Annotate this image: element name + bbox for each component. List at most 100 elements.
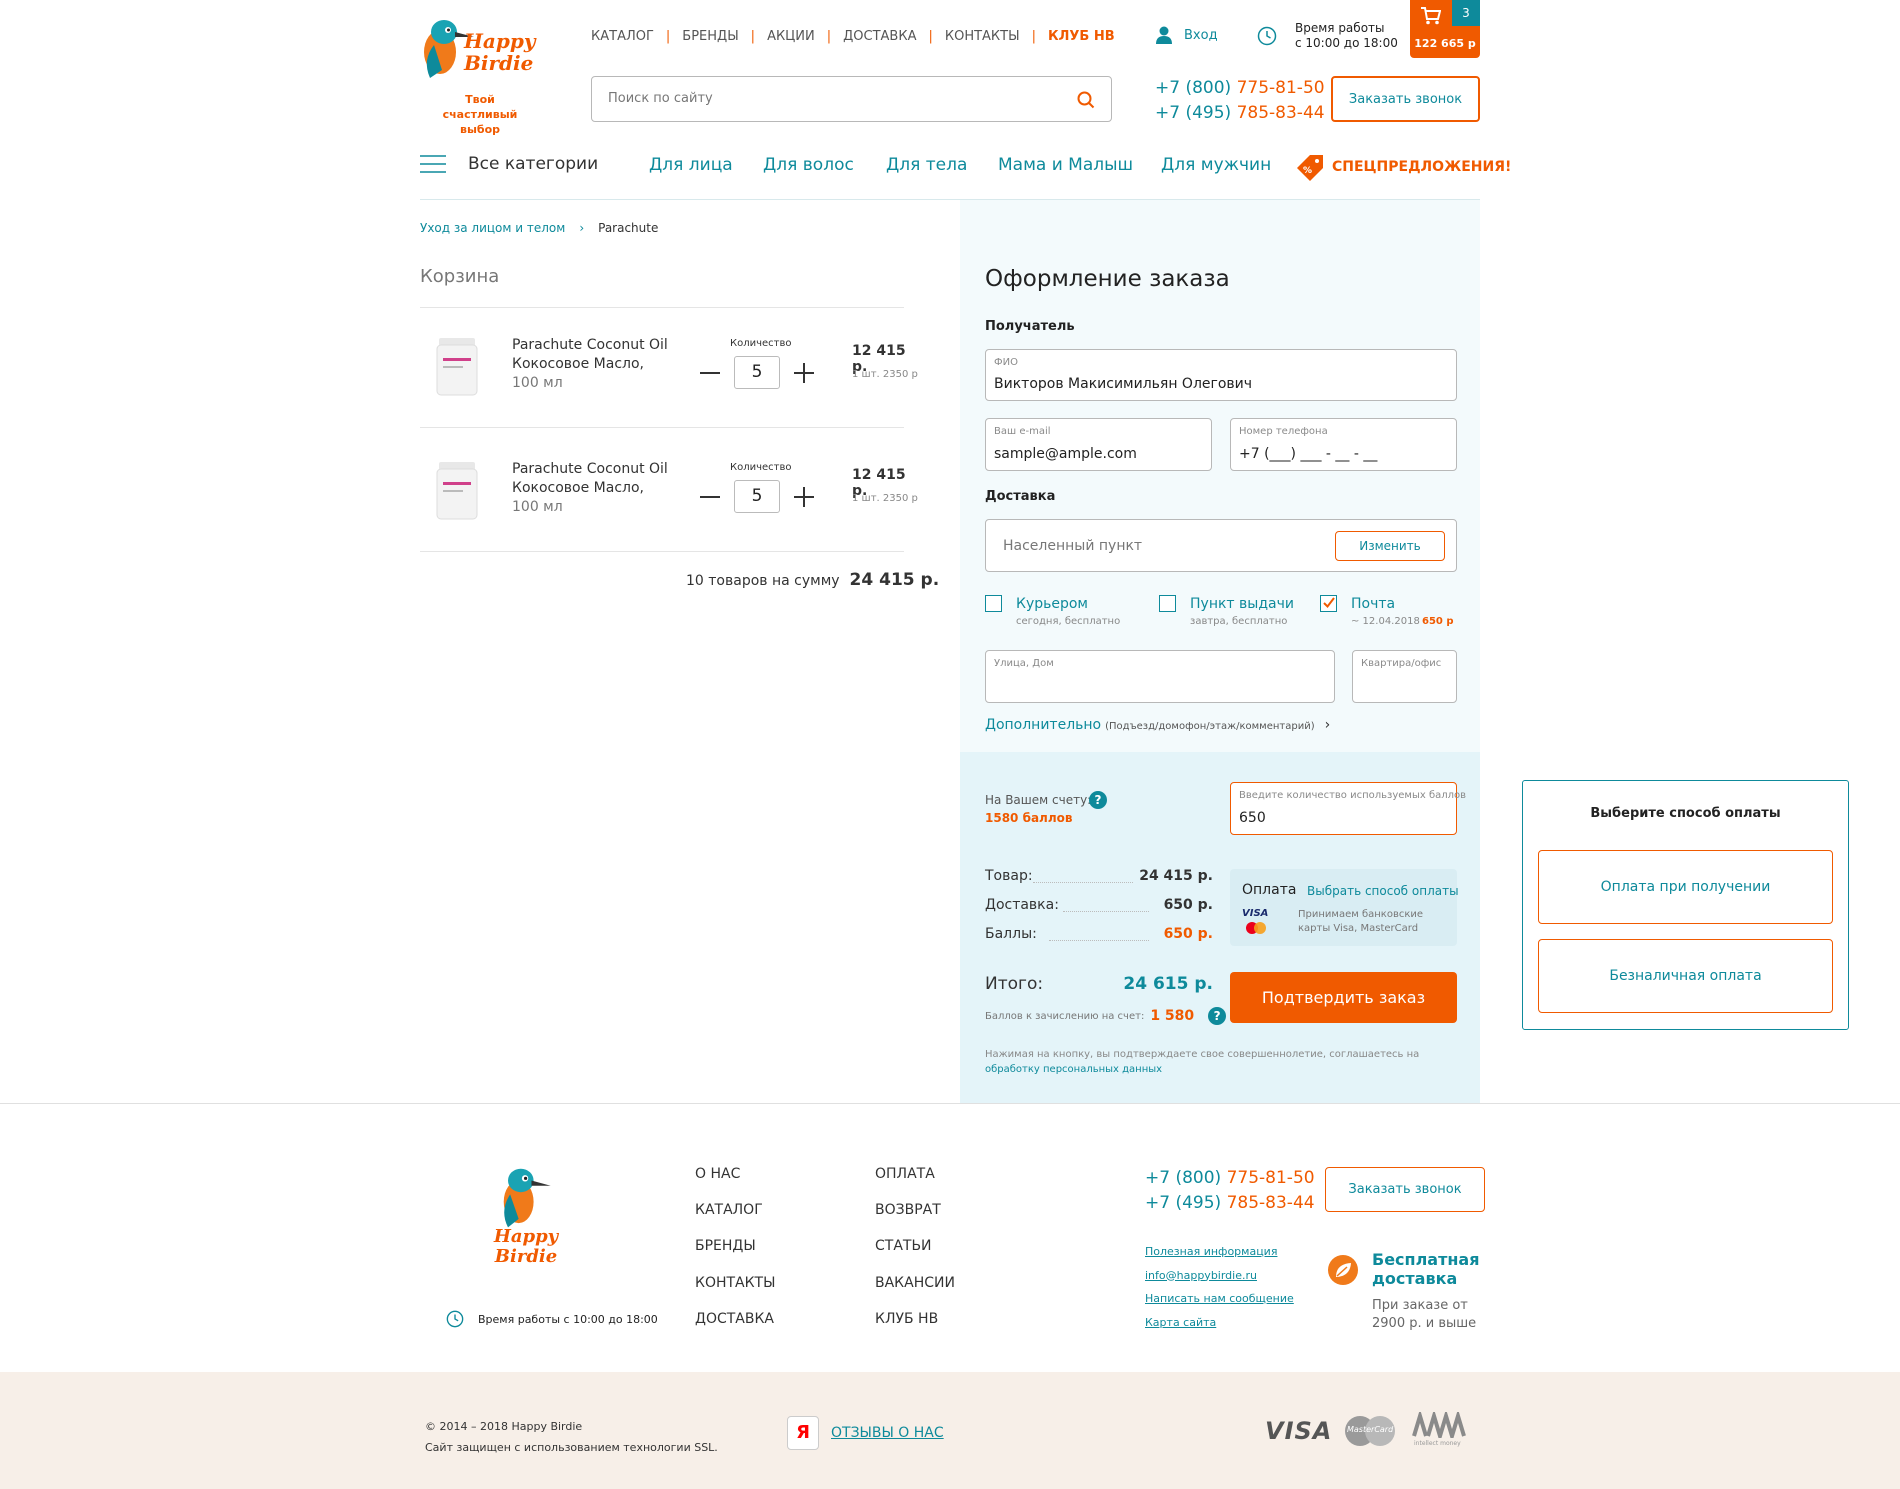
work-hours: Время работы с 10:00 до 18:00 [1295,21,1398,51]
quantity-label: Количество [730,462,792,473]
footer-phone-2[interactable]: +7 (495) 785-83-44 [1145,1191,1315,1216]
footer-link-vacancies[interactable]: ВАКАНСИИ [875,1275,955,1291]
payment-logos: VISA MasterCard intellect money [1265,1409,1470,1452]
footer-link-message[interactable]: Написать нам сообщение [1145,1287,1294,1311]
nav-brands[interactable]: БРЕНДЫ [682,29,738,44]
delivery-option-post[interactable]: Почта ~ 12.04.2018 650 р [1320,595,1460,635]
post-sub: ~ 12.04.2018 [1351,616,1420,627]
footer-link-club[interactable]: КЛУБ НВ [875,1311,938,1327]
nav-delivery[interactable]: ДОСТАВКА [843,29,916,44]
reviews-link[interactable]: Я ОТЗЫВЫ О НАС [787,1416,944,1450]
product-image[interactable] [435,336,479,398]
footer-link-delivery[interactable]: ДОСТАВКА [695,1311,774,1327]
unit-price: 1 шт. 2350 р [852,369,918,380]
change-city-button[interactable]: Изменить [1335,531,1445,561]
footer-link-sitemap[interactable]: Карта сайта [1145,1311,1294,1335]
fio-field[interactable]: ФИО Викторов Макисимильян Олегович [985,349,1457,401]
quantity-decrease-button[interactable] [700,372,720,374]
additional-hint: (Подъезд/домофон/этаж/комментарий) [1105,721,1315,732]
footer-link-payment[interactable]: ОПЛАТА [875,1166,935,1182]
phone-field[interactable]: Номер телефона +7 (___) ___ - __ - __ [1230,418,1457,471]
category-hair[interactable]: Для волос [763,155,854,175]
search-icon[interactable] [1077,91,1095,109]
cashless-payment-button[interactable]: Безналичная оплата [1538,939,1833,1013]
footer-link-about[interactable]: О НАС [695,1166,740,1182]
delivery-option-courier[interactable]: Курьером сегодня, бесплатно [985,595,1135,635]
product-image[interactable] [435,460,479,522]
privacy-link[interactable]: обработку персональных данных [985,1062,1435,1077]
quantity-input[interactable]: 5 [734,480,780,513]
help-icon[interactable]: ? [1089,791,1107,809]
payment-method-box[interactable]: Оплата Выбрать способ оплаты VISA Приним… [1230,869,1459,946]
category-mom-baby[interactable]: Мама и Малыш [998,155,1133,175]
phone-label: Номер телефона [1239,426,1328,437]
nav-catalog[interactable]: КАТАЛОГ [591,29,654,44]
delivery-option-pickup[interactable]: Пункт выдачи завтра, бесплатно [1159,595,1309,635]
payment-popup: Выберите способ оплаты Оплата при получе… [1522,780,1849,1030]
footer-hours: Время работы с 10:00 до 18:00 [446,1310,658,1328]
apartment-field[interactable]: Квартира/офис [1352,650,1457,703]
email-field[interactable]: Ваш e-mail sample@ample.com [985,418,1212,471]
category-body[interactable]: Для тела [886,155,967,175]
login-label: Вход [1184,27,1218,43]
courier-checkbox[interactable] [985,595,1002,612]
leaf-circle-icon [1328,1255,1358,1285]
footer-info-links: Полезная информация info@happybirdie.ru … [1145,1240,1294,1334]
help-icon[interactable]: ? [1208,1007,1227,1025]
fio-value: Викторов Макисимильян Олегович [994,376,1253,392]
post-checkbox[interactable] [1320,595,1337,612]
choose-payment-link[interactable]: Выбрать способ оплаты [1307,884,1459,898]
phone-2[interactable]: +7 (495) 785-83-44 [1155,101,1325,126]
footer-logo[interactable]: Happy Birdie [470,1157,580,1277]
category-face[interactable]: Для лица [649,155,733,175]
confirm-order-button[interactable]: Подтвердить заказ [1230,972,1457,1023]
pay-on-delivery-button[interactable]: Оплата при получении [1538,850,1833,924]
footer-link-catalog[interactable]: КАТАЛОГ [695,1202,763,1218]
footer-link-returns[interactable]: ВОЗВРАТ [875,1202,941,1218]
cart-count-badge: 3 [1452,0,1480,26]
phone-1[interactable]: +7 (800) 775-81-50 [1155,76,1325,101]
bonus-label: Баллов к зачислению на счет: [985,1010,1145,1022]
points-input[interactable]: Введите количество используемых баллов 6… [1230,782,1466,835]
points-label: Баллы: [985,926,1037,942]
search-input[interactable]: Поиск по сайту [591,76,1112,122]
clock-icon [1257,26,1277,46]
footer-phones: +7 (800) 775-81-50 +7 (495) 785-83-44 [1145,1166,1315,1216]
footer-link-email[interactable]: info@happybirdie.ru [1145,1264,1294,1288]
login-link[interactable]: Вход [1156,26,1218,44]
footer-phone-1[interactable]: +7 (800) 775-81-50 [1145,1166,1315,1191]
quantity-input[interactable]: 5 [734,356,780,389]
street-field[interactable]: Улица, Дом [985,650,1335,703]
logo[interactable]: Happy Birdie [412,10,552,82]
product-name[interactable]: Parachute Coconut Oil Кокосовое Масло, 1… [512,460,668,517]
footer-callback-button[interactable]: Заказать звонок [1325,1167,1485,1212]
breadcrumb-parent[interactable]: Уход за лицом и телом [420,221,565,235]
additional-info-link[interactable]: Дополнительно (Подъезд/домофон/этаж/комм… [985,717,1330,733]
pickup-checkbox[interactable] [1159,595,1176,612]
quantity-increase-button[interactable] [794,487,814,507]
quantity-increase-button[interactable] [794,363,814,383]
footer-hours-text: Время работы с 10:00 до 18:00 [478,1312,658,1326]
callback-button[interactable]: Заказать звонок [1331,76,1480,122]
total-value: 24 615 р. [1123,974,1213,994]
city-field[interactable]: Населенный пункт Изменить [985,519,1457,572]
payment-label: Оплата [1242,882,1297,898]
all-categories-menu[interactable]: Все категории [420,154,598,174]
nav-sales[interactable]: АКЦИИ [767,29,815,44]
nav-contacts[interactable]: КОНТАКТЫ [945,29,1020,44]
special-offers-link[interactable]: % СПЕЦПРЕДЛОЖЕНИЯ! [1294,152,1511,182]
courier-label: Курьером [1016,596,1088,612]
cart-button[interactable]: 3 122 665 р [1410,0,1480,58]
category-men[interactable]: Для мужчин [1161,155,1271,175]
product-name[interactable]: Parachute Coconut Oil Кокосовое Масло, 1… [512,336,668,393]
chevron-right-icon: › [1324,717,1331,733]
footer-link-brands[interactable]: БРЕНДЫ [695,1238,756,1254]
footer-logo-text: Happy Birdie [493,1226,559,1267]
nav-club[interactable]: КЛУБ НВ [1048,29,1115,44]
footer-link-contacts[interactable]: КОНТАКТЫ [695,1275,775,1291]
disclaimer-text: Нажимая на кнопку, вы подтверждаете свое… [985,1049,1420,1060]
footer-link-articles[interactable]: СТАТЬИ [875,1238,932,1254]
special-offers-label: СПЕЦПРЕДЛОЖЕНИЯ! [1332,159,1512,175]
quantity-decrease-button[interactable] [700,496,720,498]
footer-link-info[interactable]: Полезная информация [1145,1240,1294,1264]
